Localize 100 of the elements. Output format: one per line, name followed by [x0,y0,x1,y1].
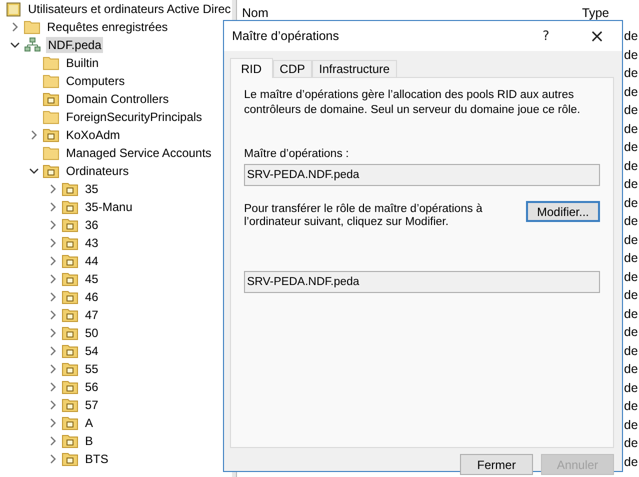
table-cell-text: de [624,194,639,212]
collapse-chevron-icon[interactable] [29,167,39,175]
tree-item[interactable]: 46 [83,289,100,305]
table-cell-text: de [624,416,639,434]
table-cell-text: de [624,46,639,64]
folder-icon [43,128,59,142]
tree-item[interactable]: 35 [83,181,100,197]
domain-tree-icon [24,37,41,53]
table-cell-text: de [624,139,639,156]
tree-item[interactable]: 44 [83,253,100,269]
folder-icon [24,20,40,34]
table-cell-text: de [624,324,639,341]
folder-icon [43,110,59,124]
folder-icon [62,362,78,376]
expand-chevron-icon[interactable] [11,22,19,32]
table-cell-text: de [624,454,639,470]
table-cell-text: de [624,361,639,378]
tree-item[interactable]: 54 [83,343,100,359]
table-cell-text: de [624,65,639,82]
tree-item[interactable]: Domain Controllers [64,91,171,107]
tree-item[interactable]: 57 [83,397,100,413]
table-cell-text: de [624,232,639,248]
collapse-chevron-icon[interactable] [10,41,20,49]
help-button[interactable]: ? [534,28,558,44]
folder-icon [43,74,59,88]
folder-icon [62,326,78,340]
close-button[interactable]: × [582,26,612,46]
expand-chevron-icon[interactable] [49,256,57,266]
table-cell-text: de [624,306,639,322]
owner-field[interactable]: SRV-PEDA.NDF.peda [244,164,600,186]
tree-item[interactable]: 45 [83,271,100,287]
table-cell-text: de [624,84,639,100]
expand-chevron-icon[interactable] [49,346,57,356]
expand-chevron-icon[interactable] [49,238,57,248]
folder-icon [62,398,78,412]
folder-icon [43,92,59,106]
tree-item[interactable]: A [83,415,96,431]
tree-item[interactable]: 36 [83,217,100,233]
tab[interactable]: Infrastructure [312,60,397,77]
expand-chevron-icon[interactable] [49,436,57,446]
tree-item[interactable]: 50 [83,325,100,341]
tree-item[interactable]: 47 [83,307,100,323]
target-field[interactable]: SRV-PEDA.NDF.peda [244,271,600,293]
expand-chevron-icon[interactable] [49,400,57,410]
tree-item[interactable]: BTS [83,451,110,467]
tree-item[interactable]: Ordinateurs [64,163,131,179]
column-header[interactable]: Type [582,6,610,20]
folder-icon [62,452,78,466]
dialog-button[interactable]: Fermer [460,454,533,475]
tree-item[interactable]: Requêtes enregistrées [45,19,170,35]
modify-button[interactable]: Modifier... [526,201,600,222]
table-cell-text: de [624,120,639,138]
window-title: Maître d’opérations [232,29,340,43]
tree-item[interactable]: ForeignSecurityPrincipals [64,109,204,125]
expand-chevron-icon[interactable] [49,274,57,284]
table-cell-text: de [624,213,639,230]
expand-chevron-icon[interactable] [30,130,38,140]
description-text: Le maître d’opérations gère l’allocation des pools RID aux autres contrôleurs de domaine. Seul un serveur du domaine joue ce rôle. [244,88,582,118]
folder-icon [62,218,78,232]
table-cell-text: de [624,287,639,304]
tree-item[interactable]: 56 [83,379,100,395]
tab[interactable]: CDP [272,60,312,77]
folder-icon [62,290,78,304]
tab[interactable]: RID [230,58,273,78]
folder-icon [62,380,78,394]
folder-icon [62,416,78,430]
tree-item[interactable]: KoXoAdm [64,127,122,143]
tree-item[interactable]: B [83,433,96,449]
tree-item[interactable]: 43 [83,235,100,251]
table-cell-text: de [624,380,639,396]
folder-icon [62,200,78,214]
tree-item[interactable]: Utilisateurs et ordinateurs Active Direc [26,1,232,17]
tree-item[interactable]: 55 [83,361,100,377]
tree-item[interactable]: Managed Service Accounts [64,145,214,161]
table-cell-text: de [624,158,639,174]
table-cell-text: de [624,102,639,119]
folder-icon [62,344,78,358]
tree-item[interactable]: Builtin [64,55,101,71]
tree-item[interactable]: Computers [64,73,127,89]
expand-chevron-icon[interactable] [49,454,57,464]
expand-chevron-icon[interactable] [49,220,57,230]
tree-item[interactable]: NDF.peda [46,37,104,53]
expand-chevron-icon[interactable] [49,382,57,392]
expand-chevron-icon[interactable] [49,328,57,338]
table-cell-text: de [624,435,639,452]
folder-icon [62,308,78,322]
table-cell-text: de [624,28,639,45]
table-cell-text: de [624,176,639,193]
expand-chevron-icon[interactable] [49,184,57,194]
expand-chevron-icon[interactable] [49,292,57,302]
folder-icon [62,434,78,448]
column-header[interactable]: Nom [242,6,268,20]
folder-icon [62,182,78,196]
tree-item[interactable]: 35-Manu [83,199,134,215]
expand-chevron-icon[interactable] [49,310,57,320]
expand-chevron-icon[interactable] [49,202,57,212]
expand-chevron-icon[interactable] [49,364,57,374]
console-icon [6,2,21,16]
expand-chevron-icon[interactable] [49,418,57,428]
folder-icon [43,56,59,70]
